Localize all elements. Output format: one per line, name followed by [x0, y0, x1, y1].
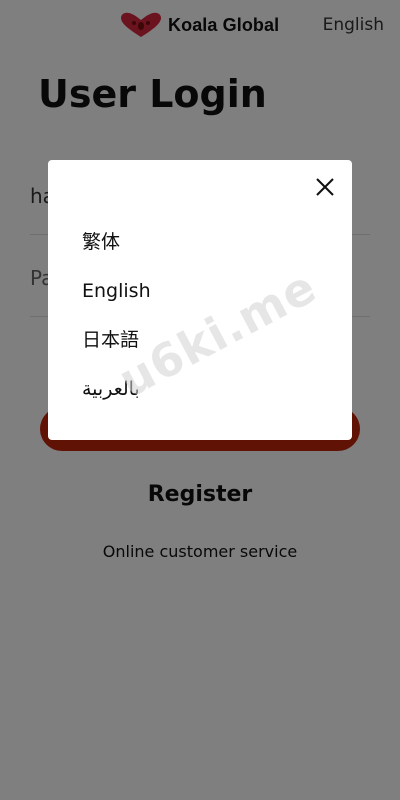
- language-modal: 繁体 English 日本語 بالعربية: [48, 160, 352, 440]
- language-option-arabic[interactable]: بالعربية: [82, 373, 151, 422]
- language-option-japanese[interactable]: 日本語: [82, 324, 151, 373]
- language-option-traditional-chinese[interactable]: 繁体: [82, 226, 151, 275]
- language-list: 繁体 English 日本語 بالعربية: [82, 226, 151, 422]
- language-option-english[interactable]: English: [82, 275, 151, 324]
- close-icon[interactable]: [312, 174, 338, 200]
